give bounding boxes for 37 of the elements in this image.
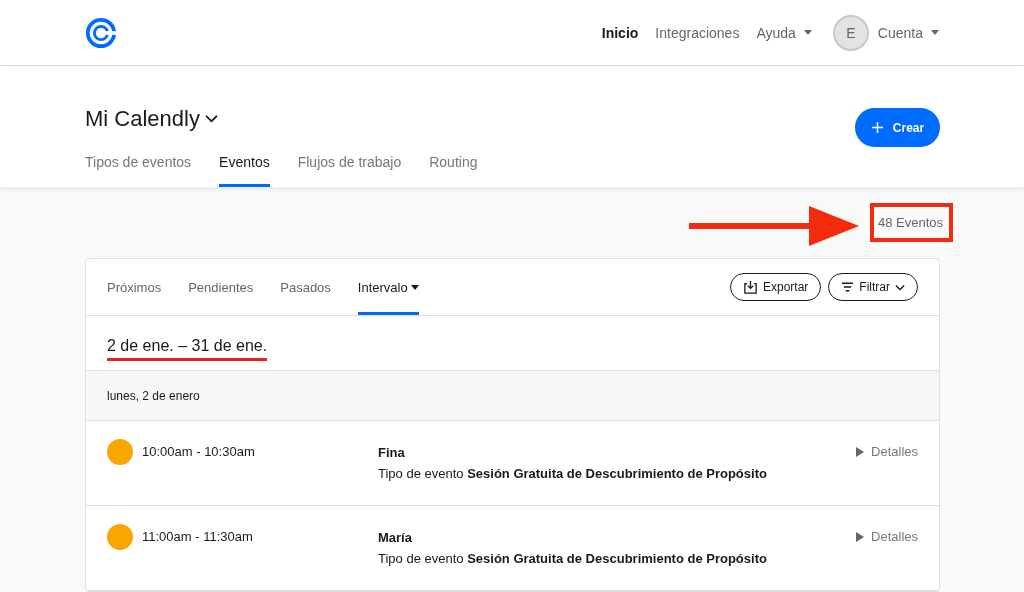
event-count: 48 Eventos bbox=[869, 203, 953, 242]
tab[interactable]: Tipos de eventos bbox=[85, 150, 192, 187]
filter-tab[interactable]: Próximos bbox=[107, 259, 162, 315]
logo-icon[interactable] bbox=[85, 16, 117, 49]
details-link[interactable]: Detalles bbox=[856, 529, 918, 544]
tab[interactable]: Eventos bbox=[219, 150, 270, 187]
caret-icon bbox=[931, 30, 939, 35]
download-icon bbox=[742, 279, 758, 295]
invitee-name: Fina bbox=[378, 445, 406, 460]
event-type: Tipo de evento Sesión Gratuita de Descubrimiento de Propósito bbox=[378, 466, 768, 481]
details-link[interactable]: Detalles bbox=[856, 444, 918, 459]
chevron-down-icon bbox=[204, 114, 218, 123]
avatar[interactable]: E bbox=[832, 14, 869, 51]
play-icon bbox=[856, 446, 865, 457]
filter-tab[interactable]: Intervalo bbox=[357, 259, 419, 315]
event-type: Tipo de evento Sesión Gratuita de Descubrimiento de Propósito bbox=[378, 551, 768, 566]
event-time: 10:00am - 10:30am bbox=[142, 444, 256, 459]
filter-tab[interactable]: Pendientes bbox=[188, 259, 254, 315]
account-menu[interactable]: Cuenta bbox=[877, 24, 939, 41]
filter-tab[interactable]: Pasados bbox=[280, 259, 331, 315]
filter-button[interactable]: Filtrar bbox=[828, 273, 918, 301]
plus-icon bbox=[870, 121, 884, 134]
nav-link[interactable]: Inicio bbox=[601, 24, 639, 41]
create-button[interactable]: Crear bbox=[855, 108, 940, 147]
day-label: lunes, 2 de enero bbox=[107, 388, 200, 403]
filter-icon bbox=[841, 281, 855, 293]
tab[interactable]: Routing bbox=[429, 150, 478, 187]
invitee-name: María bbox=[378, 530, 413, 545]
page-title[interactable]: Mi Calendly bbox=[85, 105, 218, 132]
nav-link[interactable]: Integraciones bbox=[655, 24, 740, 41]
export-button[interactable]: Exportar bbox=[729, 273, 822, 301]
chevron-down-icon bbox=[895, 283, 905, 291]
play-icon bbox=[856, 531, 865, 542]
event-time: 11:00am - 11:30am bbox=[142, 529, 254, 544]
tab[interactable]: Flujos de trabajo bbox=[297, 150, 402, 187]
date-range: 2 de ene. – 31 de ene. bbox=[107, 333, 268, 361]
nav-link[interactable]: Ayuda bbox=[756, 24, 812, 41]
